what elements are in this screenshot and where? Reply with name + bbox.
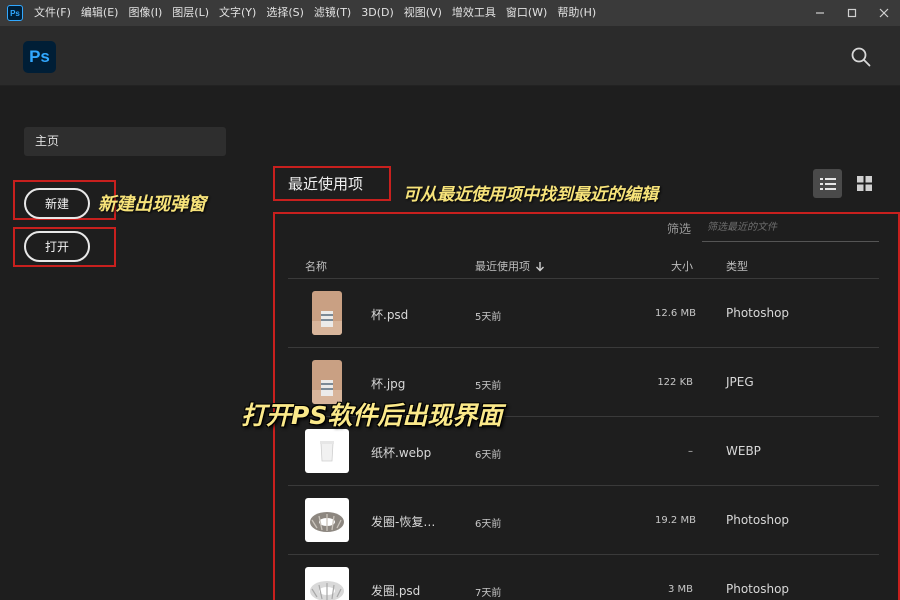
menu-window[interactable]: 窗口(W) — [501, 0, 552, 26]
file-name[interactable]: 发圈-恢复… — [371, 513, 435, 530]
file-time: 6天前 — [475, 450, 502, 461]
file-type: Photoshop — [726, 306, 790, 320]
file-type: WEBP — [726, 444, 761, 458]
file-size: – — [688, 446, 693, 457]
home-header: Ps — [0, 26, 900, 86]
recent-annotation: 可从最近使用项中找到最近的编辑 — [403, 185, 658, 205]
menu-type[interactable]: 文字(Y) — [214, 0, 261, 26]
close-icon — [879, 8, 889, 18]
row-divider — [288, 554, 879, 555]
minimize-button[interactable] — [804, 0, 836, 26]
file-size: 122 KB — [657, 377, 693, 388]
menu-edit[interactable]: 编辑(E) — [76, 0, 124, 26]
minimize-icon — [816, 12, 824, 14]
file-name[interactable]: 杯.psd — [371, 306, 408, 323]
recent-section-title: 最近使用项 — [288, 175, 364, 193]
file-name[interactable]: 发圈.psd — [371, 582, 420, 599]
menu-filter[interactable]: 滤镜(T) — [309, 0, 356, 26]
header-divider — [288, 278, 879, 279]
file-size: 19.2 MB — [655, 515, 696, 526]
ps-logo: Ps — [23, 41, 56, 73]
file-size: 12.6 MB — [655, 308, 696, 319]
column-header-size[interactable]: 大小 — [671, 258, 693, 274]
menu-select[interactable]: 选择(S) — [261, 0, 309, 26]
column-header-recent[interactable]: 最近使用项 — [475, 258, 545, 274]
file-time: 5天前 — [475, 312, 502, 323]
grid-view-button[interactable] — [850, 169, 879, 198]
file-size: 3 MB — [667, 584, 693, 595]
column-header-name[interactable]: 名称 — [305, 258, 327, 274]
file-type: JPEG — [726, 375, 754, 389]
window-controls — [804, 0, 900, 26]
sidebar-item-home[interactable]: 主页 — [24, 127, 226, 156]
new-annotation: 新建出现弹窗 — [98, 194, 206, 215]
file-time: 5天前 — [475, 381, 502, 392]
menu-help[interactable]: 帮助(H) — [552, 0, 601, 26]
filter-label: 筛选 — [667, 222, 692, 236]
maximize-button[interactable] — [836, 0, 868, 26]
filter-input[interactable]: 筛选最近的文件 — [702, 216, 879, 242]
file-time: 7天前 — [475, 588, 502, 599]
menu-bar: Ps 文件(F) 编辑(E) 图像(I) 图层(L) 文字(Y) 选择(S) 滤… — [0, 0, 900, 26]
row-divider — [288, 485, 879, 486]
file-name[interactable]: 纸杯.webp — [371, 444, 431, 461]
column-header-recent-label: 最近使用项 — [475, 260, 530, 273]
file-type: Photoshop — [726, 513, 790, 527]
file-type: Photoshop — [726, 582, 790, 596]
file-time: 6天前 — [475, 519, 502, 530]
file-thumbnail-scrunchie — [305, 498, 349, 542]
file-thumbnail-scrunchie-white — [305, 567, 349, 600]
menu-plugins[interactable]: 增效工具 — [447, 0, 501, 26]
close-button[interactable] — [868, 0, 900, 26]
menu-view[interactable]: 视图(V) — [399, 0, 447, 26]
photoshop-app-icon[interactable]: Ps — [7, 5, 23, 21]
sort-down-arrow-icon — [536, 261, 544, 271]
file-thumbnail-cup-psd — [312, 291, 342, 335]
search-icon[interactable] — [850, 46, 872, 68]
list-view-button[interactable] — [813, 169, 842, 198]
open-button[interactable]: 打开 — [24, 231, 90, 262]
grid-view-icon — [857, 176, 872, 191]
menu-layer[interactable]: 图层(L) — [167, 0, 214, 26]
new-button[interactable]: 新建 — [24, 188, 90, 219]
maximize-icon — [847, 8, 857, 18]
file-thumbnail-paper-cup — [305, 429, 349, 473]
main-annotation: 打开PS软件后出现界面 — [241, 401, 503, 430]
column-header-type[interactable]: 类型 — [726, 258, 748, 274]
row-divider — [288, 347, 879, 348]
menu-file[interactable]: 文件(F) — [29, 0, 76, 26]
menu-3d[interactable]: 3D(D) — [356, 0, 399, 26]
menu-image[interactable]: 图像(I) — [123, 0, 167, 26]
list-view-icon — [819, 177, 836, 190]
file-name[interactable]: 杯.jpg — [371, 375, 405, 392]
